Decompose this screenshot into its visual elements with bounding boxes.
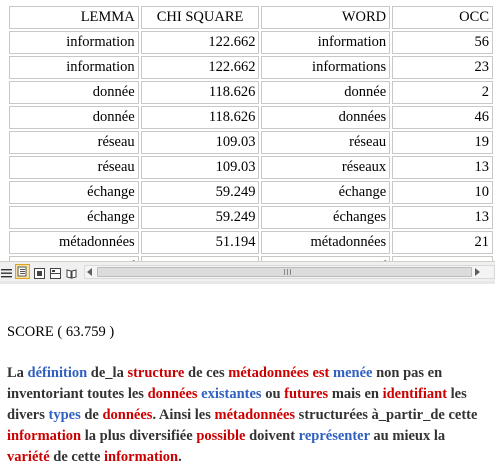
table-row[interactable]: information 122.662 information 56 [9, 31, 493, 54]
highlighted-word: structure [127, 365, 185, 381]
cell-chi-square: 109.03 [140, 156, 260, 179]
scrollbar-grip-icon [284, 269, 285, 275]
highlighted-word: métadonnées [228, 365, 309, 381]
highlight-icon[interactable] [15, 264, 30, 279]
highlighted-word: information [104, 449, 179, 465]
sentence-text: ou [261, 386, 285, 402]
cell-word: échange [261, 181, 391, 204]
highlighted-word: information [7, 428, 82, 444]
cell-occ: 19 [392, 131, 493, 154]
sentence-text: de ces [184, 365, 229, 381]
cell-word: données [261, 106, 391, 129]
table-row[interactable]: donnée 118.626 données 46 [9, 106, 493, 129]
cell-chi-square: 51.194 [140, 231, 260, 254]
sentence-text: la plus diversifiée [81, 428, 197, 444]
scroll-right-arrow-icon[interactable] [475, 268, 480, 276]
table-row[interactable]: réseau 109.03 réseaux 13 [9, 156, 493, 179]
cell-lemma: donnée [9, 81, 139, 104]
table-row[interactable]: échange 59.249 échange 10 [9, 181, 493, 204]
cell-word: informations [261, 56, 391, 79]
cell-word: métadonnées [261, 231, 391, 254]
cell-word: réseaux [261, 156, 391, 179]
scroll-left-arrow-icon[interactable] [87, 268, 92, 276]
scrollbar-thumb[interactable] [97, 267, 472, 277]
cell-lemma: information [9, 31, 139, 54]
highlighted-word: variété [7, 449, 50, 465]
sentence-text: La [7, 365, 28, 381]
highlighted-word: définition [27, 365, 88, 381]
highlighted-word: futures [284, 386, 329, 402]
score-label: SCORE ( 63.759 ) [7, 324, 115, 340]
grid-view-icon[interactable] [34, 266, 45, 279]
cell-occ: 10 [392, 181, 493, 204]
cell-chi-square: 122.662 [140, 56, 260, 79]
highlighted-word: identifiant [382, 386, 448, 402]
highlighted-word: données [102, 407, 153, 423]
cell-chi-square: 109.03 [140, 131, 260, 154]
results-table: LEMMA CHI SQUARE WORD OCC information 122… [7, 4, 495, 261]
highlighted-word: menée [333, 365, 373, 381]
table-row[interactable]: métadonnées 51.194 métadonnées 21 [9, 231, 493, 254]
highlighted-word: données [147, 386, 198, 402]
column-header-word[interactable]: WORD [261, 6, 391, 29]
book-icon[interactable] [66, 266, 77, 279]
table-header-row: LEMMA CHI SQUARE WORD OCC [9, 6, 493, 29]
highlighted-word: est [312, 365, 330, 381]
highlighted-sentence: La définition de_la structure de ces mét… [7, 363, 491, 468]
cell-occ: 56 [392, 31, 493, 54]
sentence-text: de_la [87, 365, 128, 381]
sentence-text: doivent [245, 428, 299, 444]
sentence-text: structurées à_partir_de cette [295, 407, 478, 423]
column-header-occ[interactable]: OCC [392, 6, 493, 29]
cell-lemma: réseau [9, 131, 139, 154]
cell-chi-square: 118.626 [140, 81, 260, 104]
cell-word: information [261, 31, 391, 54]
sentence-text: . [178, 449, 182, 465]
cell-lemma: réseau [9, 156, 139, 179]
cell-lemma: échange [9, 181, 139, 204]
cell-occ: 2 [392, 81, 493, 104]
cell-lemma: métadonnées [9, 231, 139, 254]
bottom-toolbar [0, 261, 495, 281]
cell-lemma: donnée [9, 106, 139, 129]
results-table-panel: LEMMA CHI SQUARE WORD OCC information 122… [0, 0, 495, 261]
cell-chi-square: 59.249 [140, 206, 260, 229]
highlighted-word: métadonnées [214, 407, 296, 423]
sentence-text: de [80, 407, 103, 423]
cell-word: échanges [261, 206, 391, 229]
table-row[interactable]: réseau 109.03 réseau 19 [9, 131, 493, 154]
cell-word: donnée [261, 81, 391, 104]
cell-chi-square: 118.626 [140, 106, 260, 129]
cell-occ: 13 [392, 156, 493, 179]
cell-chi-square: 122.662 [140, 31, 260, 54]
cell-occ: 23 [392, 56, 493, 79]
cell-occ: 46 [392, 106, 493, 129]
horizontal-scrollbar[interactable] [84, 265, 495, 279]
cell-occ: 21 [392, 231, 493, 254]
list-view-icon[interactable] [1, 266, 12, 278]
table-row[interactable]: échange 59.249 échanges 13 [9, 206, 493, 229]
table-row[interactable]: information 122.662 informations 23 [9, 56, 493, 79]
cell-lemma: échange [9, 206, 139, 229]
highlighted-word: existantes [201, 386, 262, 402]
sentence-text: au mieux la [369, 428, 446, 444]
column-header-lemma[interactable]: LEMMA [9, 6, 139, 29]
highlighted-word: représenter [298, 428, 370, 444]
cell-lemma: information [9, 56, 139, 79]
highlighted-word: possible [196, 428, 246, 444]
sentence-text: . Ainsi les [152, 407, 215, 423]
highlighted-word: types [48, 407, 81, 423]
score-pane: SCORE ( 63.759 ) La définition de_la str… [0, 281, 495, 465]
cell-occ: 13 [392, 206, 493, 229]
table-row[interactable]: donnée 118.626 donnée 2 [9, 81, 493, 104]
cell-word: réseau [261, 131, 391, 154]
cell-chi-square: 59.249 [140, 181, 260, 204]
split-view-icon[interactable] [50, 266, 61, 279]
column-header-chi-square[interactable]: CHI SQUARE [140, 6, 260, 29]
sentence-text: de cette [49, 449, 105, 465]
sentence-text: mais en [328, 386, 383, 402]
